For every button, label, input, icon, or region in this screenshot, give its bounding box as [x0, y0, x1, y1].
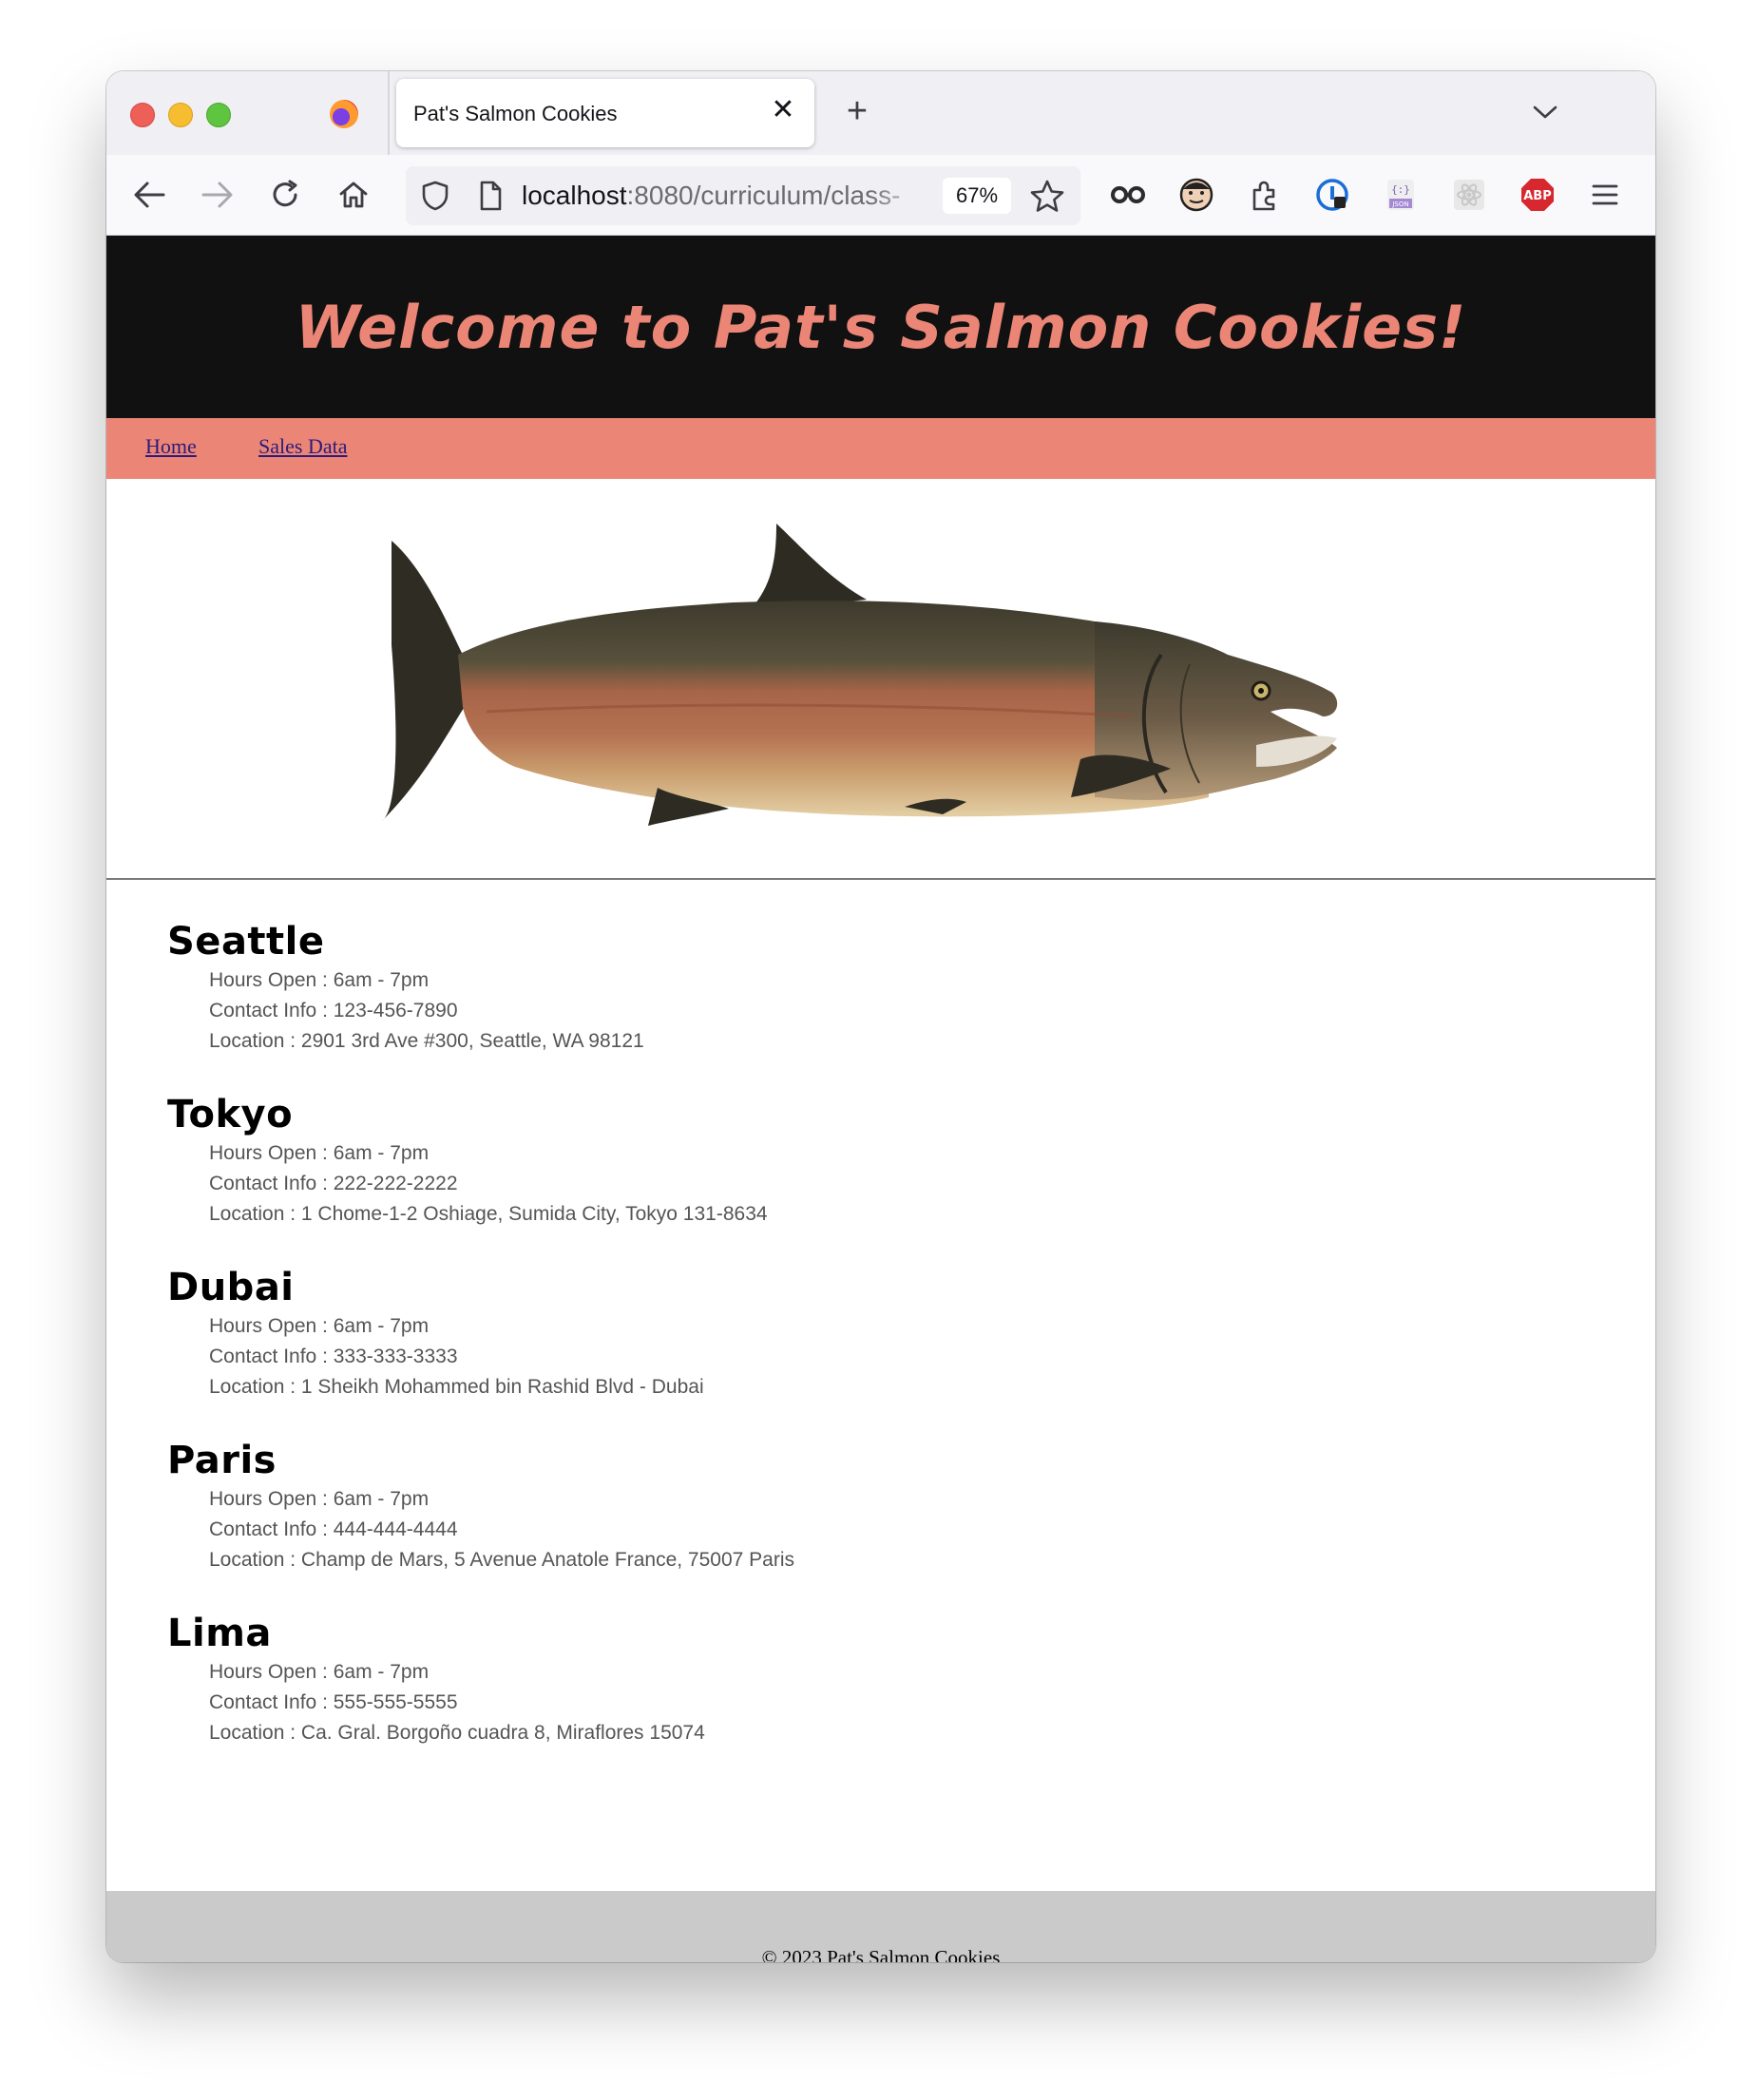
location-hours: Hours Open : 6am - 7pm [209, 1488, 430, 1510]
location-contact: Contact Info : 444-444-4444 [209, 1518, 458, 1540]
zoom-level-badge[interactable]: 67% [943, 178, 1011, 214]
location-card-tokyo: Tokyo Hours Open : 6am - 7pm Contact Inf… [167, 1093, 1498, 1266]
site-footer: © 2023 Pat's Salmon Cookies [106, 1891, 1655, 1962]
location-contact: Contact Info : 555-555-5555 [209, 1691, 458, 1713]
location-hours: Hours Open : 6am - 7pm [209, 1661, 430, 1683]
mask-icon[interactable] [1109, 176, 1147, 214]
menu-icon[interactable] [1586, 176, 1624, 214]
location-hours: Hours Open : 6am - 7pm [209, 1142, 430, 1164]
json-viewer-icon[interactable]: {:} JSON [1382, 176, 1420, 214]
location-name: Lima [167, 1612, 272, 1655]
tab-active[interactable]: Pat's Salmon Cookies ✕ [396, 79, 814, 147]
location-name: Dubai [167, 1266, 295, 1309]
location-name: Paris [167, 1439, 277, 1482]
location-card-dubai: Dubai Hours Open : 6am - 7pm Contact Inf… [167, 1266, 1498, 1439]
back-icon[interactable] [125, 171, 173, 219]
location-card-paris: Paris Hours Open : 6am - 7pm Contact Inf… [167, 1439, 1498, 1612]
page-content: Welcome to Pat's Salmon Cookies! Home Sa… [106, 236, 1655, 1962]
location-address: Location : 1 Chome-1-2 Oshiage, Sumida C… [209, 1203, 768, 1225]
location-name: Tokyo [167, 1093, 294, 1136]
location-contact: Contact Info : 333-333-3333 [209, 1346, 458, 1367]
page-icon[interactable] [474, 180, 506, 212]
minimize-window-button[interactable] [168, 103, 193, 127]
home-icon[interactable] [330, 171, 377, 219]
salmon-illustration [382, 524, 1338, 826]
footer-copyright: © 2023 Pat's Salmon Cookies [761, 1946, 1001, 1962]
adblock-label: ABP [1523, 189, 1552, 203]
firefox-view-icon[interactable] [330, 100, 358, 128]
location-address: Location : 1 Sheikh Mohammed bin Rashid … [209, 1376, 704, 1398]
avatar-icon[interactable] [1177, 176, 1215, 214]
location-contact: Contact Info : 222-222-2222 [209, 1173, 458, 1194]
site-nav: Home Sales Data [106, 418, 1655, 479]
shield-icon[interactable] [419, 180, 451, 212]
adblock-plus-icon[interactable]: ABP [1519, 176, 1557, 214]
tab-title: Pat's Salmon Cookies [413, 102, 618, 125]
location-address: Location : Champ de Mars, 5 Avenue Anato… [209, 1549, 794, 1571]
new-tab-button[interactable]: + [838, 92, 876, 130]
page-title: Welcome to Pat's Salmon Cookies! [295, 292, 1467, 362]
bookmark-star-icon[interactable] [1028, 178, 1066, 216]
url-path: :8080/curriculum/class- [626, 181, 901, 210]
browser-window: Pat's Salmon Cookies ✕ + localhost:8080/… [106, 71, 1655, 1962]
location-address: Location : Ca. Gral. Borgoño cuadra 8, M… [209, 1722, 705, 1744]
tab-strip: Pat's Salmon Cookies ✕ + [106, 71, 1655, 155]
react-devtools-icon[interactable] [1450, 176, 1488, 214]
location-card-lima: Lima Hours Open : 6am - 7pm Contact Info… [167, 1612, 1498, 1785]
location-card-seattle: Seattle Hours Open : 6am - 7pm Contact I… [167, 920, 1498, 1093]
close-window-button[interactable] [130, 103, 155, 127]
close-icon[interactable]: ✕ [769, 96, 797, 124]
nav-link-sales-data[interactable]: Sales Data [258, 434, 347, 459]
navigation-toolbar: localhost:8080/curriculum/class- 67% {:}… [106, 155, 1655, 236]
url-host: localhost [522, 181, 627, 210]
location-hours: Hours Open : 6am - 7pm [209, 969, 430, 991]
extensions-icon[interactable] [1246, 176, 1284, 214]
location-name: Seattle [167, 920, 325, 964]
forward-icon[interactable] [194, 171, 241, 219]
section-divider [106, 878, 1655, 880]
svg-text:{:}: {:} [1391, 183, 1410, 196]
chevron-down-icon[interactable] [1526, 92, 1564, 130]
url-bar[interactable]: localhost:8080/curriculum/class- 67% [406, 166, 1080, 225]
hero-section [106, 479, 1655, 878]
location-hours: Hours Open : 6am - 7pm [209, 1315, 430, 1337]
locations-list: Seattle Hours Open : 6am - 7pm Contact I… [167, 920, 1498, 1785]
password-manager-icon[interactable] [1313, 176, 1351, 214]
nav-link-home[interactable]: Home [145, 434, 197, 459]
tab-separator [388, 71, 390, 155]
zoom-window-button[interactable] [206, 103, 231, 127]
location-address: Location : 2901 3rd Ave #300, Seattle, W… [209, 1030, 644, 1052]
reload-icon[interactable] [261, 171, 309, 219]
location-contact: Contact Info : 123-456-7890 [209, 1000, 458, 1021]
site-header: Welcome to Pat's Salmon Cookies! [106, 236, 1655, 418]
json-ext-label: JSON [1391, 200, 1408, 208]
url-text[interactable]: localhost:8080/curriculum/class- [522, 181, 930, 213]
